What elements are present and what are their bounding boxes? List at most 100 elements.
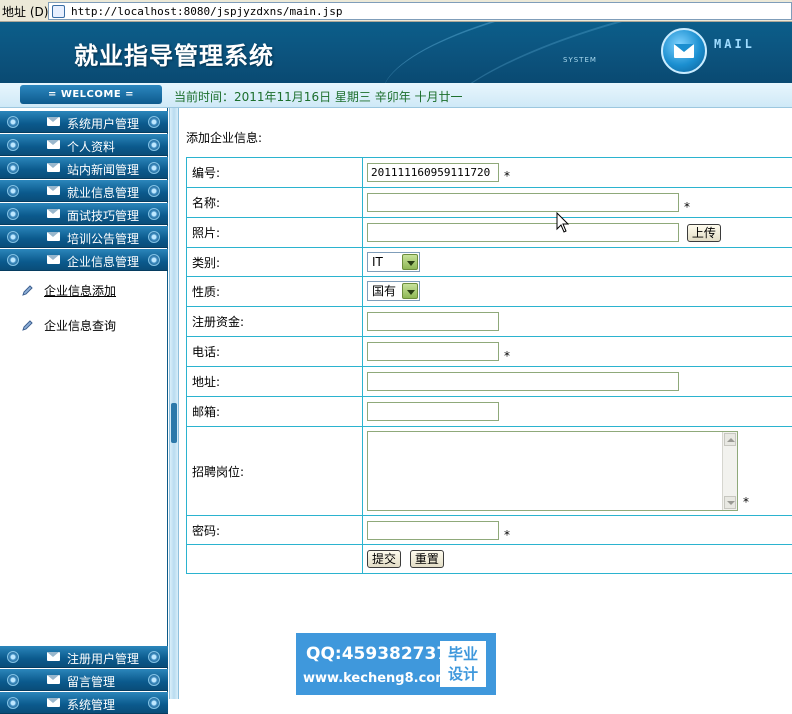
- current-time: 当前时间：2011年11月16日 星期三 辛卯年 十月廿一: [174, 88, 463, 105]
- menu-label: 站内新闻管理: [67, 161, 139, 178]
- bullet-icon: [7, 162, 19, 174]
- nature-select[interactable]: 国有: [367, 281, 420, 301]
- bullet-icon: [148, 231, 160, 243]
- id-input[interactable]: 2011111609591117​20: [367, 163, 499, 182]
- bullet-icon: [148, 254, 160, 266]
- menu-profile[interactable]: 个人资料: [0, 134, 168, 156]
- menu-training-notice[interactable]: 培训公告管理: [0, 226, 168, 248]
- chevron-down-icon[interactable]: [402, 283, 418, 299]
- menu-label: 注册用户管理: [67, 650, 139, 667]
- bullet-icon: [148, 674, 160, 686]
- envelope-icon: [47, 255, 60, 264]
- address-input[interactable]: [367, 372, 679, 391]
- menu-employment-info[interactable]: 就业信息管理: [0, 180, 168, 202]
- splitter-grip[interactable]: [171, 403, 177, 443]
- required-mark: *: [743, 495, 749, 509]
- reset-button[interactable]: 重置: [410, 550, 444, 568]
- envelope-icon: [47, 186, 60, 195]
- menu-interview-tips[interactable]: 面试技巧管理: [0, 203, 168, 225]
- url-field[interactable]: http://localhost:8080/jspjyzdxns/main.js…: [48, 2, 792, 20]
- watermark-qq: QQ:459382737: [306, 644, 448, 664]
- email-input[interactable]: [367, 402, 499, 421]
- form-row-category: 类别: IT: [187, 248, 792, 277]
- sidebar-item-label: 企业信息添加: [44, 282, 116, 299]
- menu-label: 个人资料: [67, 138, 115, 155]
- welcome-badge: = WELCOME =: [20, 85, 162, 104]
- phone-input[interactable]: [367, 342, 499, 361]
- bullet-icon: [7, 139, 19, 151]
- bullet-icon: [7, 116, 19, 128]
- form-row-name: 名称: *: [187, 188, 792, 218]
- positions-textarea[interactable]: [367, 431, 738, 511]
- form-title: 添加企业信息:: [186, 129, 262, 146]
- bullet-icon: [148, 139, 160, 151]
- upload-button[interactable]: 上传: [687, 224, 721, 242]
- menu-label: 培训公告管理: [67, 230, 139, 247]
- required-mark: *: [684, 200, 690, 214]
- field-label: 名称:: [187, 188, 363, 218]
- submit-button[interactable]: 提交: [367, 550, 401, 568]
- textarea-scrollbar[interactable]: [722, 432, 737, 510]
- menu-system-admin[interactable]: 系统管理: [0, 692, 168, 714]
- address-label: 地址 (D): [2, 3, 48, 20]
- field-label: 编号:: [187, 158, 363, 188]
- menu-label: 留言管理: [67, 673, 115, 690]
- form-row-actions: 提交 重置: [187, 545, 792, 574]
- name-input[interactable]: [367, 193, 679, 212]
- watermark-banner: QQ:459382737 www.kecheng8.com 毕业 设计: [296, 633, 496, 695]
- form-row-address: 地址:: [187, 367, 792, 397]
- badge-line2: 设计: [440, 664, 486, 684]
- scroll-down-icon[interactable]: [724, 496, 736, 509]
- capital-input[interactable]: [367, 312, 499, 331]
- pencil-icon: [22, 319, 34, 331]
- form-row-email: 邮箱:: [187, 397, 792, 427]
- main-content: 添加企业信息: 编号: 2011111609591117​20 * 名称: * …: [180, 108, 792, 699]
- menu-site-news[interactable]: 站内新闻管理: [0, 157, 168, 179]
- field-label: 地址:: [187, 367, 363, 397]
- menu-label: 企业信息管理: [67, 253, 139, 270]
- pencil-icon: [22, 284, 34, 296]
- form-row-phone: 电话: *: [187, 337, 792, 367]
- app-title: 就业指导管理系统: [74, 36, 274, 71]
- welcome-bar: = WELCOME = 当前时间：2011年11月16日 星期三 辛卯年 十月廿…: [0, 83, 792, 108]
- field-label: 邮箱:: [187, 397, 363, 427]
- page-icon: [52, 5, 65, 18]
- mouse-cursor-icon: [556, 212, 570, 234]
- badge-line1: 毕业: [440, 644, 486, 664]
- field-label: 注册资金:: [187, 307, 363, 337]
- photo-input[interactable]: [367, 223, 679, 242]
- form-row-positions: 招聘岗位: *: [187, 427, 792, 516]
- menu-label: 就业信息管理: [67, 184, 139, 201]
- field-label: 电话:: [187, 337, 363, 367]
- company-form: 编号: 2011111609591117​20 * 名称: * 照片: 上传 类…: [186, 157, 792, 574]
- password-input[interactable]: [367, 521, 499, 540]
- field-label: 性质:: [187, 277, 363, 307]
- menu-registered-users[interactable]: 注册用户管理: [0, 646, 168, 668]
- envelope-icon: [47, 163, 60, 172]
- mail-logo-text: MAIL: [714, 37, 755, 51]
- nature-selected: 国有: [372, 284, 396, 298]
- menu-messages[interactable]: 留言管理: [0, 669, 168, 691]
- form-row-id: 编号: 2011111609591117​20 *: [187, 158, 792, 188]
- menu-company-info[interactable]: 企业信息管理: [0, 249, 168, 271]
- bullet-icon: [7, 674, 19, 686]
- category-select[interactable]: IT: [367, 252, 420, 272]
- app-header: 就业指导管理系统 SYSTEM MAIL: [0, 22, 792, 83]
- mail-logo-icon: [661, 28, 707, 74]
- bullet-icon: [7, 254, 19, 266]
- sidebar-item-label: 企业信息查询: [44, 317, 116, 334]
- envelope-icon: [47, 652, 60, 661]
- envelope-icon: [47, 675, 60, 684]
- sidebar-splitter[interactable]: [169, 108, 179, 699]
- bullet-icon: [148, 162, 160, 174]
- scroll-up-icon[interactable]: [724, 433, 736, 446]
- chevron-down-icon[interactable]: [402, 254, 418, 270]
- form-row-capital: 注册资金:: [187, 307, 792, 337]
- menu-label: 面试技巧管理: [67, 207, 139, 224]
- category-selected: IT: [372, 255, 383, 269]
- menu-system-users[interactable]: 系统用户管理: [0, 111, 168, 133]
- watermark-badge: 毕业 设计: [440, 641, 486, 687]
- bullet-icon: [7, 231, 19, 243]
- sidebar: 系统用户管理 个人资料 站内新闻管理 就业信息管理 面试技巧管理 培训公告管理 …: [0, 108, 168, 699]
- required-mark: *: [504, 169, 510, 183]
